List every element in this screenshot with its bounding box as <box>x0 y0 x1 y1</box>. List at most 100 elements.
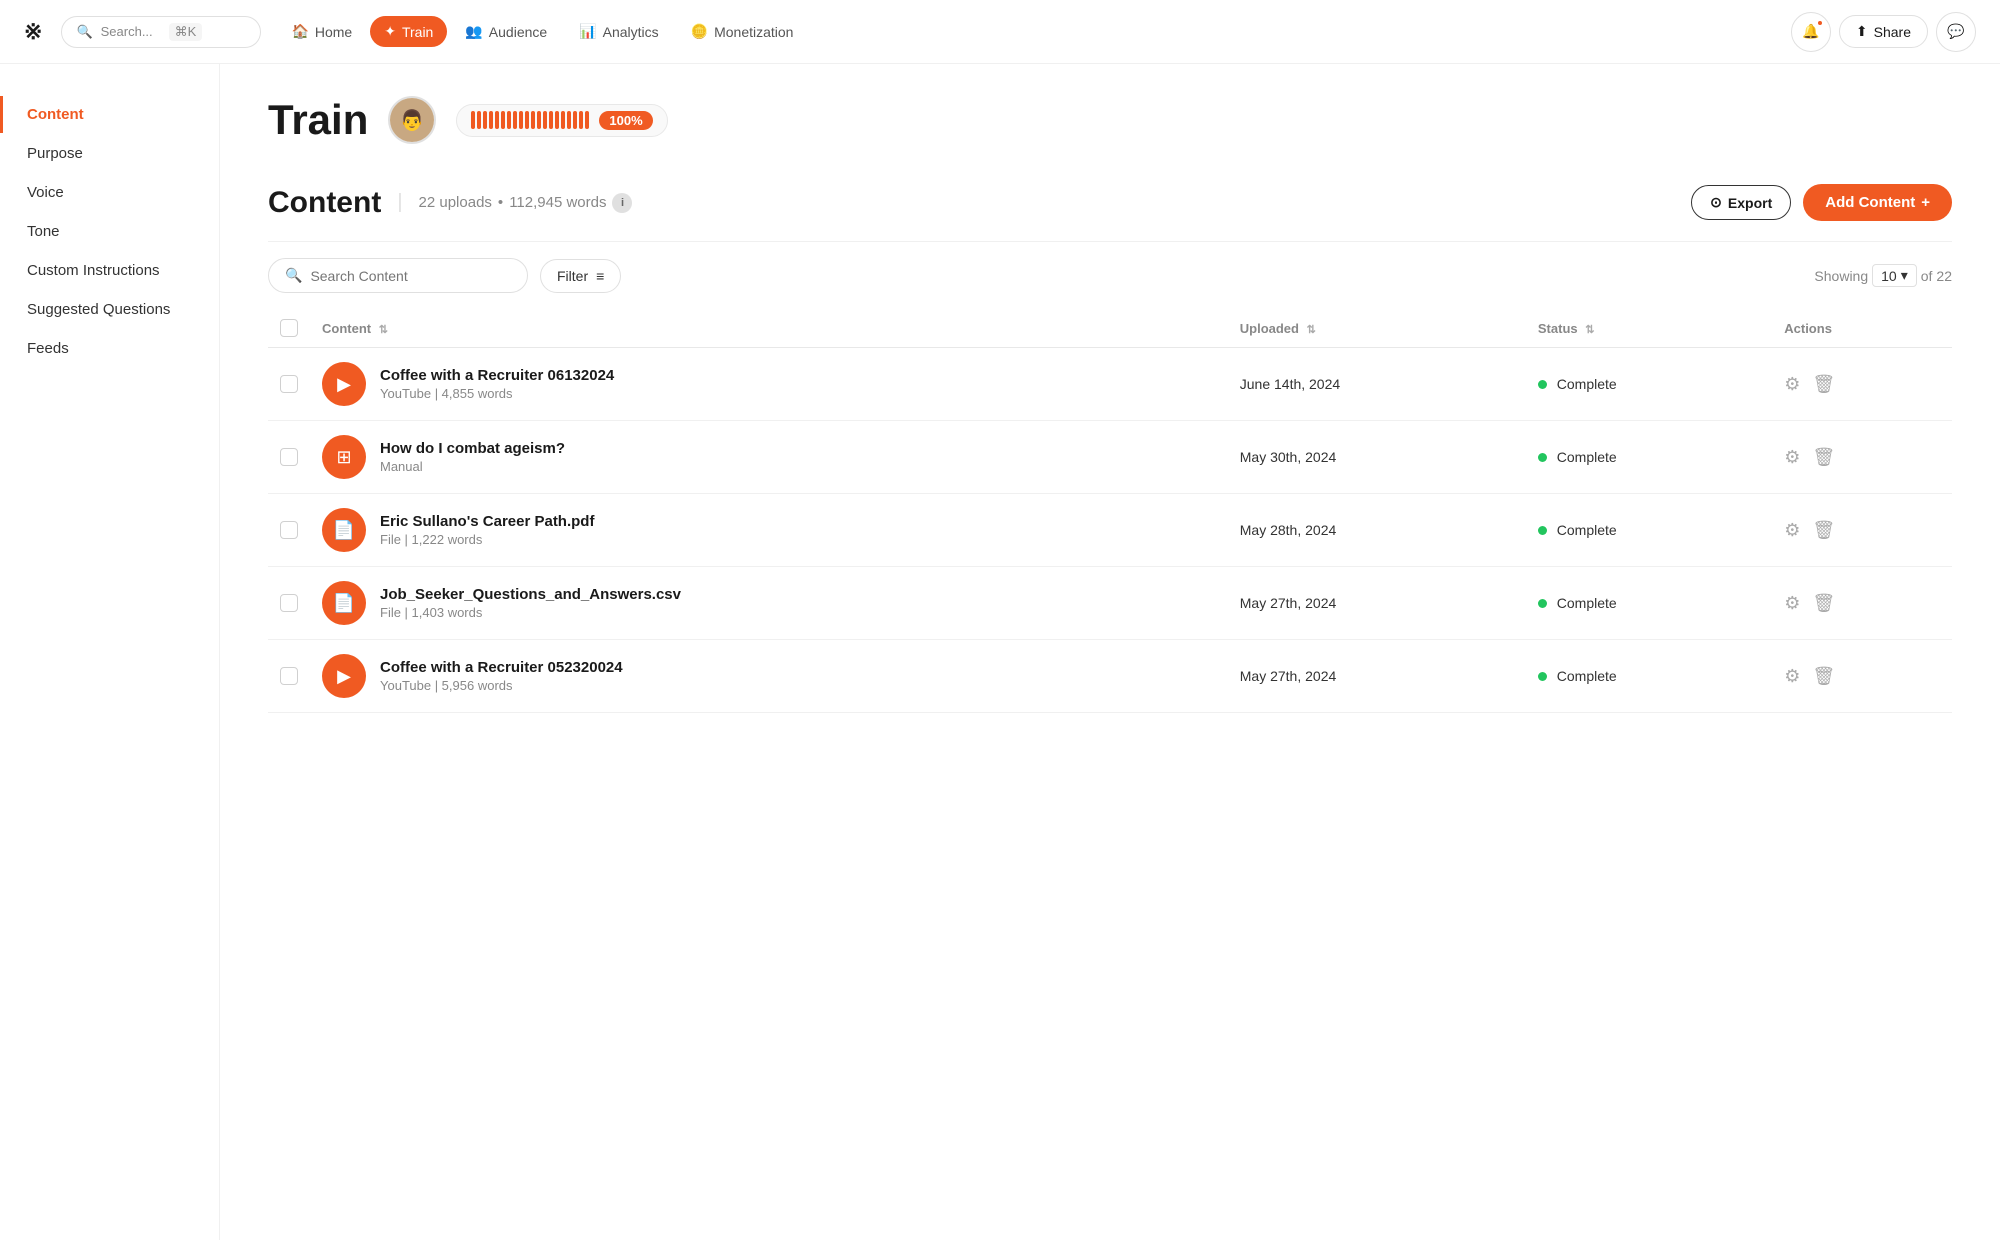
content-meta: 22 uploads • 112,945 words i <box>419 193 633 213</box>
status-dot <box>1538 672 1547 681</box>
info-icon[interactable]: i <box>612 193 632 213</box>
settings-icon[interactable]: ⚙ <box>1784 666 1800 687</box>
share-icon: ⬆ <box>1856 23 1868 40</box>
sidebar-item-feeds[interactable]: Feeds <box>0 330 219 367</box>
select-all-checkbox[interactable] <box>280 319 298 337</box>
plus-icon: + <box>1921 194 1930 211</box>
content-type-icon: ⊞ <box>322 435 366 479</box>
header-uploaded: Uploaded ⇅ <box>1228 309 1526 348</box>
table-row: ▶ Coffee with a Recruiter 052320024 YouT… <box>268 640 1952 713</box>
notification-dot <box>1816 19 1824 27</box>
status-label: Complete <box>1557 522 1617 538</box>
content-type-icon: 📄 <box>322 581 366 625</box>
share-button[interactable]: ⬆ Share <box>1839 15 1928 48</box>
status-label: Complete <box>1557 595 1617 611</box>
sidebar-item-voice[interactable]: Voice <box>0 174 219 211</box>
row-uploaded-cell: May 30th, 2024 <box>1228 421 1526 494</box>
nav-item-home[interactable]: 🏠 Home <box>277 16 366 47</box>
progress-seg-15 <box>555 111 559 129</box>
nav-item-analytics[interactable]: 📊 Analytics <box>565 16 672 47</box>
action-icons: ⚙ 🗑 <box>1784 447 1940 468</box>
nav-item-audience[interactable]: 👥 Audience <box>451 16 561 47</box>
settings-icon[interactable]: ⚙ <box>1784 447 1800 468</box>
delete-icon[interactable]: 🗑 <box>1812 666 1835 687</box>
action-icons: ⚙ 🗑 <box>1784 520 1940 541</box>
sidebar-item-content[interactable]: Content <box>0 96 219 133</box>
delete-icon[interactable]: 🗑 <box>1812 593 1835 614</box>
row-content-cell: 📄 Job_Seeker_Questions_and_Answers.csv F… <box>310 567 1228 640</box>
progress-seg-3 <box>483 111 487 129</box>
header-status: Status ⇅ <box>1526 309 1772 348</box>
filter-icon: ≡ <box>596 268 604 284</box>
share-label: Share <box>1874 24 1911 40</box>
row-checkbox-2[interactable] <box>280 521 298 539</box>
showing-count-select[interactable]: 10 ▾ <box>1872 264 1917 287</box>
progress-seg-12 <box>537 111 541 129</box>
row-content-cell: ▶ Coffee with a Recruiter 06132024 YouTu… <box>310 348 1228 421</box>
action-icons: ⚙ 🗑 <box>1784 374 1940 395</box>
delete-icon[interactable]: 🗑 <box>1812 520 1835 541</box>
row-checkbox-cell <box>268 494 310 567</box>
avatar-image: 👨 <box>390 98 434 142</box>
nav-right: 🔔 ⬆ Share 💬 <box>1791 12 1976 52</box>
search-content-input[interactable]: 🔍 <box>268 258 528 293</box>
sidebar-item-tone[interactable]: Tone <box>0 213 219 250</box>
sidebar-label-content: Content <box>27 106 84 123</box>
nav-item-train[interactable]: ✦ Train <box>370 16 447 47</box>
progress-seg-11 <box>531 111 535 129</box>
uploaded-date: May 28th, 2024 <box>1240 522 1337 538</box>
uploaded-date: May 27th, 2024 <box>1240 595 1337 611</box>
row-checkbox-3[interactable] <box>280 594 298 612</box>
content-cell: 📄 Job_Seeker_Questions_and_Answers.csv F… <box>322 581 1216 625</box>
words-count: 112,945 words <box>509 194 606 211</box>
content-sort-icon[interactable]: ⇅ <box>379 324 388 336</box>
row-checkbox-4[interactable] <box>280 667 298 685</box>
progress-seg-17 <box>567 111 571 129</box>
delete-icon[interactable]: 🗑 <box>1812 447 1835 468</box>
showing-label: Showing <box>1814 268 1868 284</box>
progress-container: 100% <box>456 104 667 137</box>
export-label: Export <box>1728 195 1772 211</box>
settings-icon[interactable]: ⚙ <box>1784 520 1800 541</box>
uploaded-sort-icon[interactable]: ⇅ <box>1307 324 1316 336</box>
export-button[interactable]: ⊙ Export <box>1691 185 1791 220</box>
row-uploaded-cell: June 14th, 2024 <box>1228 348 1526 421</box>
delete-icon[interactable]: 🗑 <box>1812 374 1835 395</box>
filter-button[interactable]: Filter ≡ <box>540 259 621 293</box>
row-status-cell: Complete <box>1526 640 1772 713</box>
settings-icon[interactable]: ⚙ <box>1784 374 1800 395</box>
sidebar-item-custom-instructions[interactable]: Custom Instructions <box>0 252 219 289</box>
row-checkbox-0[interactable] <box>280 375 298 393</box>
progress-bars <box>471 111 589 129</box>
row-checkbox-cell <box>268 421 310 494</box>
content-cell: 📄 Eric Sullano's Career Path.pdf File | … <box>322 508 1216 552</box>
content-sub: YouTube | 4,855 words <box>380 386 614 401</box>
nav-item-monetization[interactable]: 🪙 Monetization <box>677 16 808 47</box>
row-uploaded-cell: May 27th, 2024 <box>1228 640 1526 713</box>
settings-icon[interactable]: ⚙ <box>1784 593 1800 614</box>
total-count: 22 <box>1936 268 1952 284</box>
monetization-icon: 🪙 <box>691 23 708 40</box>
global-search[interactable]: 🔍 Search... ⌘K <box>61 16 261 48</box>
topnav: ※ 🔍 Search... ⌘K 🏠 Home ✦ Train 👥 Audien… <box>0 0 2000 64</box>
row-status-cell: Complete <box>1526 567 1772 640</box>
row-actions-cell: ⚙ 🗑 <box>1772 640 1952 713</box>
uploaded-date: May 27th, 2024 <box>1240 668 1337 684</box>
search-content-field[interactable] <box>310 268 511 284</box>
add-content-button[interactable]: Add Content + <box>1803 184 1952 221</box>
app-logo: ※ <box>24 19 41 45</box>
sidebar-item-purpose[interactable]: Purpose <box>0 135 219 172</box>
header-actions: Actions <box>1772 309 1952 348</box>
export-icon: ⊙ <box>1710 194 1722 211</box>
notifications-button[interactable]: 🔔 <box>1791 12 1831 52</box>
sidebar-item-suggested-questions[interactable]: Suggested Questions <box>0 291 219 328</box>
main-content: Train 👨 <box>220 64 2000 1240</box>
row-status-cell: Complete <box>1526 421 1772 494</box>
table-row: 📄 Eric Sullano's Career Path.pdf File | … <box>268 494 1952 567</box>
chat-button[interactable]: 💬 <box>1936 12 1976 52</box>
status-label: Complete <box>1557 449 1617 465</box>
content-table: Content ⇅ Uploaded ⇅ Status ⇅ Actions <box>268 309 1952 713</box>
status-sort-icon[interactable]: ⇅ <box>1585 324 1594 336</box>
content-info: Coffee with a Recruiter 06132024 YouTube… <box>380 367 614 401</box>
row-checkbox-1[interactable] <box>280 448 298 466</box>
